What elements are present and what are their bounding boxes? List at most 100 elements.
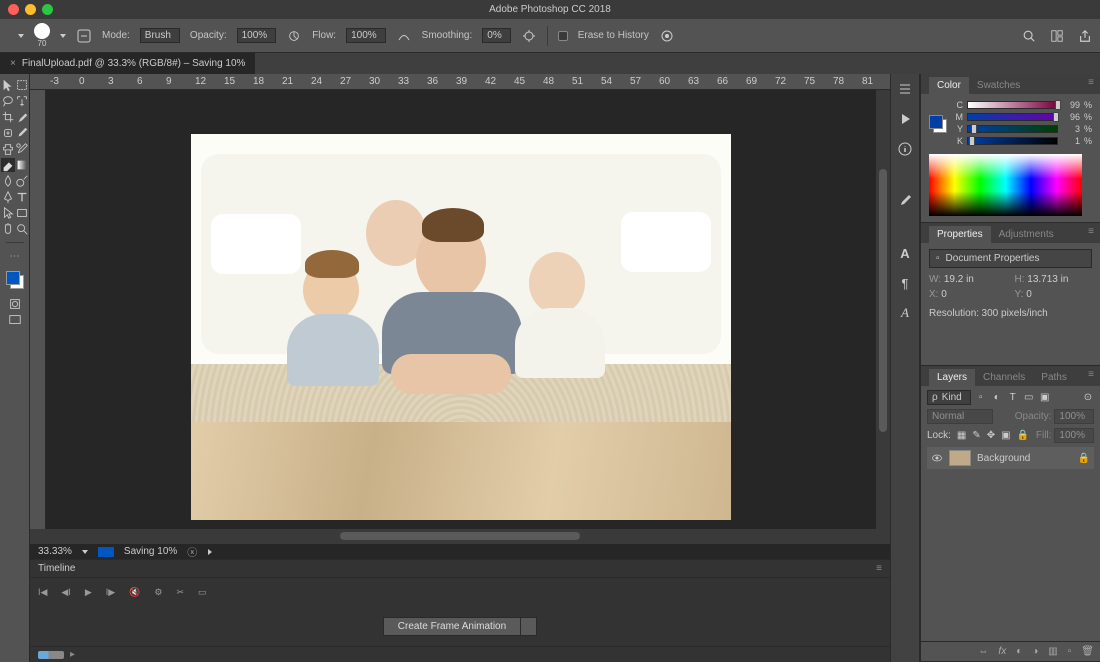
path-selection-tool[interactable]: [1, 206, 15, 220]
create-animation-dropdown[interactable]: [521, 617, 537, 636]
split-icon[interactable]: ✂: [176, 587, 184, 598]
layer-opacity-input[interactable]: 100%: [1054, 409, 1094, 424]
layer-name[interactable]: Background: [977, 453, 1030, 464]
zoom-tool[interactable]: [15, 222, 29, 236]
next-frame-icon[interactable]: I▶: [106, 587, 115, 598]
pressure-opacity-icon[interactable]: [286, 28, 302, 44]
new-group-icon[interactable]: ▥: [1048, 646, 1057, 657]
workspace-icon[interactable]: [1050, 29, 1064, 43]
mode-select[interactable]: Brush: [140, 28, 180, 43]
edit-toolbar-icon[interactable]: ⋯: [8, 249, 22, 263]
pressure-size-icon[interactable]: [659, 28, 675, 44]
glyphs-panel-icon[interactable]: A: [896, 304, 914, 322]
hand-tool[interactable]: [1, 222, 15, 236]
smoothing-input[interactable]: 0%: [482, 28, 510, 43]
play-icon[interactable]: ▶: [85, 587, 92, 598]
lock-transparent-icon[interactable]: ▦: [957, 430, 966, 441]
smoothing-options-icon[interactable]: [521, 28, 537, 44]
fill-input[interactable]: 100%: [1054, 428, 1094, 443]
vertical-scrollbar[interactable]: [876, 90, 890, 529]
document-tab[interactable]: × FinalUpload.pdf @ 33.3% (RGB/8#) – Sav…: [0, 53, 255, 74]
opacity-input[interactable]: 100%: [237, 28, 277, 43]
erase-history-checkbox[interactable]: [558, 31, 568, 41]
color-fg-bg-swatch[interactable]: [929, 115, 947, 133]
tab-layers[interactable]: Layers: [929, 369, 975, 386]
color-slider-k[interactable]: K1%: [955, 136, 1092, 146]
lock-artboard-icon[interactable]: ▣: [1001, 430, 1010, 441]
tab-properties[interactable]: Properties: [929, 226, 991, 243]
gradient-tool[interactable]: [15, 158, 29, 172]
dodge-tool[interactable]: [15, 174, 29, 188]
filter-adjustment-icon[interactable]: ◐: [991, 392, 1003, 404]
maximize-button[interactable]: [42, 4, 53, 15]
color-swatches[interactable]: [6, 271, 24, 289]
channel-value[interactable]: 3: [1062, 124, 1080, 134]
tab-swatches[interactable]: Swatches: [969, 77, 1028, 94]
tab-adjustments[interactable]: Adjustments: [991, 226, 1062, 243]
history-panel-icon[interactable]: [896, 80, 914, 98]
move-tool[interactable]: [1, 78, 15, 92]
cancel-save-icon[interactable]: ⓧ: [187, 544, 197, 559]
horizontal-scrollbar[interactable]: [30, 529, 890, 543]
horizontal-ruler[interactable]: -303691215182124273033363942454851545760…: [30, 74, 890, 90]
eyedropper-tool[interactable]: [15, 110, 29, 124]
zoom-dropdown-icon[interactable]: [82, 550, 88, 554]
delete-layer-icon[interactable]: 🗑: [1081, 646, 1094, 657]
search-icon[interactable]: [1022, 29, 1036, 43]
filter-shape-icon[interactable]: ▭: [1023, 392, 1035, 404]
panel-menu-icon[interactable]: ≡: [1088, 226, 1094, 237]
new-adjustment-icon[interactable]: ◑: [1032, 646, 1038, 657]
crop-tool[interactable]: [1, 110, 15, 124]
layer-thumbnail[interactable]: [949, 450, 971, 466]
channel-value[interactable]: 1: [1062, 136, 1080, 146]
lock-icon[interactable]: 🔒: [1078, 453, 1090, 464]
blur-tool[interactable]: [1, 174, 15, 188]
tool-preset-picker[interactable]: [18, 34, 24, 38]
play-panel-icon[interactable]: [896, 110, 914, 128]
panel-menu-icon[interactable]: ≡: [1088, 77, 1094, 88]
brush-preset-picker[interactable]: [60, 34, 66, 38]
airbrush-icon[interactable]: [396, 28, 412, 44]
timeline-zoom-slider[interactable]: [38, 651, 64, 659]
color-slider-y[interactable]: Y3%: [955, 124, 1092, 134]
visibility-toggle-icon[interactable]: [931, 452, 943, 464]
filter-type-select[interactable]: ρKind: [927, 390, 971, 405]
tab-close-icon[interactable]: ×: [10, 58, 16, 69]
zoom-readout[interactable]: 33.33%: [38, 546, 72, 557]
screen-mode-icon[interactable]: [8, 313, 22, 327]
history-brush-tool[interactable]: [15, 142, 29, 156]
first-frame-icon[interactable]: I◀: [38, 587, 47, 598]
foreground-color[interactable]: [6, 271, 20, 285]
flow-input[interactable]: 100%: [346, 28, 386, 43]
link-layers-icon[interactable]: ⇔: [978, 646, 988, 657]
prev-frame-icon[interactable]: ◀I: [61, 587, 70, 598]
new-layer-icon[interactable]: ▫: [1068, 646, 1072, 657]
tab-paths[interactable]: Paths: [1033, 369, 1075, 386]
eraser-tool[interactable]: [1, 158, 15, 172]
brush-tool[interactable]: [15, 126, 29, 140]
panel-menu-icon[interactable]: ≡: [1088, 369, 1094, 380]
quick-selection-tool[interactable]: [15, 94, 29, 108]
pen-tool[interactable]: [1, 190, 15, 204]
create-frame-animation-button[interactable]: Create Frame Animation: [383, 617, 521, 636]
channel-value[interactable]: 96: [1062, 112, 1080, 122]
info-panel-icon[interactable]: [896, 140, 914, 158]
minimize-button[interactable]: [25, 4, 36, 15]
character-panel-icon[interactable]: A: [896, 244, 914, 262]
add-mask-icon[interactable]: ◐: [1016, 646, 1022, 657]
brush-preview-icon[interactable]: [34, 23, 50, 39]
close-button[interactable]: [8, 4, 19, 15]
color-spectrum[interactable]: [929, 154, 1082, 216]
transition-icon[interactable]: ▭: [198, 587, 207, 598]
timeline-options-icon[interactable]: ⚙: [154, 587, 162, 598]
vertical-ruler[interactable]: [30, 90, 46, 529]
channel-value[interactable]: 99: [1062, 100, 1080, 110]
filter-type-icon[interactable]: T: [1007, 392, 1019, 404]
tab-color[interactable]: Color: [929, 77, 969, 94]
tab-channels[interactable]: Channels: [975, 369, 1033, 386]
lock-pixels-icon[interactable]: ✎: [972, 430, 980, 441]
clone-stamp-tool[interactable]: [1, 142, 15, 156]
filter-pixel-icon[interactable]: ▫: [975, 392, 987, 404]
type-tool[interactable]: [15, 190, 29, 204]
filter-toggle-icon[interactable]: ⊙: [1082, 392, 1094, 404]
